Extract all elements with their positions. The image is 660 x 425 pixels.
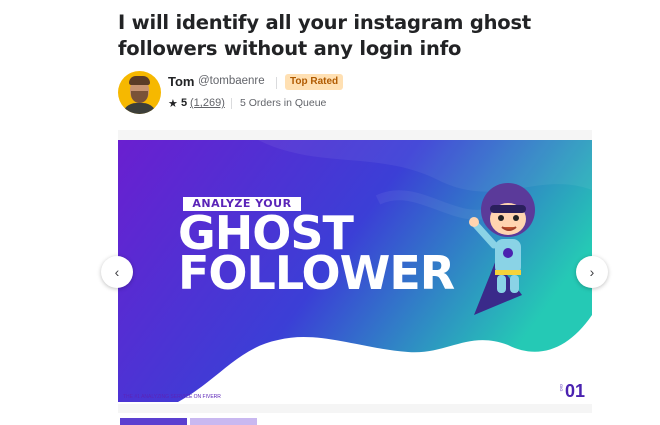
divider: [231, 98, 232, 109]
gallery-slide[interactable]: ANALYZE YOUR GHOST FOLLOWER THE #1 ANALY…: [118, 140, 592, 404]
slide-headline-2: FOLLOWER: [178, 246, 455, 300]
avatar-hair: [129, 76, 150, 85]
gig-gallery: ANALYZE YOUR GHOST FOLLOWER THE #1 ANALY…: [118, 130, 592, 413]
slide-number: 01: [565, 381, 586, 401]
gallery-next-button[interactable]: ›: [576, 256, 608, 288]
slide-number-tag: GIG: [559, 384, 564, 392]
avatar-beard: [131, 91, 148, 103]
orders-in-queue: 5 Orders in Queue: [240, 97, 327, 109]
seller-handle: @tombaenre: [198, 75, 265, 87]
slide-footer-text: THE #1 ANALYZING SERVICE ON FIVERR: [123, 394, 221, 400]
ratings-count-link[interactable]: (1,269): [190, 97, 225, 109]
seller-name[interactable]: Tom: [168, 74, 194, 89]
star-icon: ★: [168, 98, 178, 110]
divider: [276, 77, 277, 89]
avatar-shirt: [122, 103, 157, 114]
seller-avatar[interactable]: [118, 71, 161, 114]
seller-level-badge: Top Rated: [285, 74, 344, 90]
gig-title: I will identify all your instagram ghost…: [118, 11, 532, 60]
thumbnail[interactable]: [190, 418, 257, 425]
thumbnail[interactable]: [120, 418, 187, 425]
seller-overview: Tom @tombaenre Top Rated ★ 5 (1,269) 5 O…: [118, 71, 598, 115]
rating-score: 5: [181, 97, 188, 109]
gallery-prev-button[interactable]: ‹: [101, 256, 133, 288]
